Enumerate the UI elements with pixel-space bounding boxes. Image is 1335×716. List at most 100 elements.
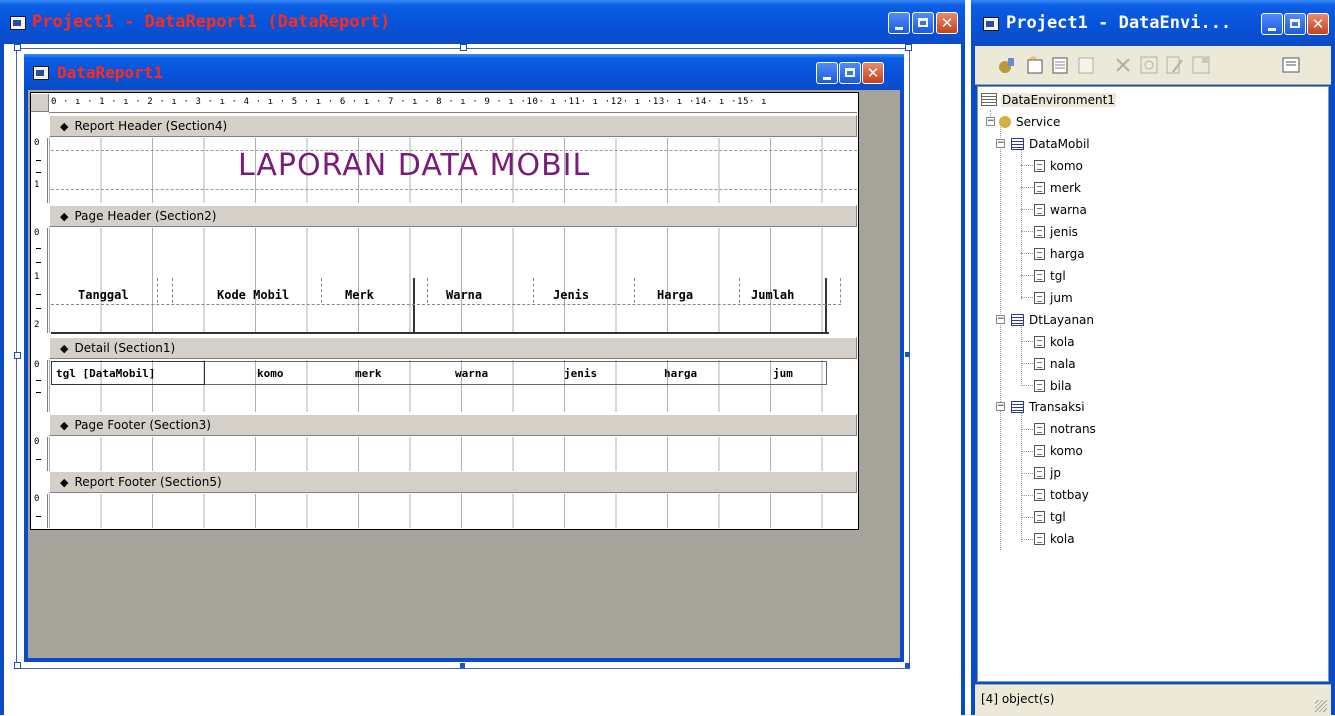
section-bar-page-header[interactable]: ◆ Page Header (Section2): [49, 205, 857, 227]
tree-field[interactable]: nala: [1034, 354, 1076, 374]
detail-field-jenis[interactable]: jenis: [564, 367, 597, 380]
close-icon: ✕: [1311, 15, 1325, 33]
inner-maximize-button[interactable]: [839, 62, 861, 84]
add-child-command-icon[interactable]: [1075, 53, 1099, 77]
field-icon: [1034, 445, 1045, 457]
detail-field-tgl[interactable]: tgl [DataMobil]: [56, 367, 155, 380]
env-minimize-button[interactable]: [1261, 13, 1283, 35]
header-label-merk[interactable]: Merk: [345, 288, 374, 302]
resize-handle[interactable]: [905, 352, 910, 357]
tree-field[interactable]: bila: [1034, 376, 1072, 396]
delete-icon[interactable]: [1111, 53, 1135, 77]
tree-field[interactable]: notrans: [1034, 419, 1096, 439]
tree-connection[interactable]: Service: [999, 112, 1060, 132]
add-command-icon[interactable]: [1023, 53, 1047, 77]
tree-field[interactable]: komo: [1034, 441, 1083, 461]
field-icon: [1034, 467, 1045, 479]
collapse-toggle[interactable]: −: [996, 402, 1005, 411]
tree-command-dtlayanan[interactable]: DtLayanan: [1011, 310, 1094, 330]
field-icon: [1034, 336, 1045, 348]
horizontal-ruler: 0 · ı · 1 · ı · 2 · ı · 3 · ı · 4 · ı · …: [49, 94, 857, 113]
vertical-ruler: 0 1 2: [31, 228, 48, 333]
header-label-kode-mobil[interactable]: Kode Mobil: [217, 288, 289, 302]
report-title-label[interactable]: LAPORAN DATA MOBIL: [238, 148, 590, 183]
field-icon: [1034, 226, 1045, 238]
env-maximize-button[interactable]: [1284, 13, 1306, 35]
tree-command-transaksi[interactable]: Transaksi: [1011, 397, 1085, 417]
header-label-jenis[interactable]: Jenis: [553, 288, 589, 302]
page-footer-band: [49, 437, 857, 471]
section-bar-report-header[interactable]: ◆ Report Header (Section4): [49, 115, 857, 137]
properties-icon[interactable]: [1189, 53, 1213, 77]
detail-field-harga[interactable]: harga: [664, 367, 697, 380]
design-icon[interactable]: [1163, 53, 1187, 77]
add-connection-icon[interactable]: [995, 53, 1019, 77]
table-icon: [1011, 401, 1024, 413]
tree-field[interactable]: jum: [1034, 288, 1073, 308]
header-label-tanggal[interactable]: Tanggal: [78, 288, 129, 302]
maximize-button[interactable]: [912, 12, 934, 34]
data-environment-window: Project1 - DataEnvi... ✕ DataEnvironment…: [971, 0, 1335, 716]
resize-handle[interactable]: [460, 44, 467, 51]
header-label-jumlah[interactable]: Jumlah: [751, 288, 794, 302]
app-icon: [10, 16, 26, 30]
field-icon: [1034, 489, 1045, 501]
status-text: [4] object(s): [981, 692, 1055, 706]
detail-field-merk[interactable]: merk: [355, 367, 382, 380]
tree-field[interactable]: merk: [1034, 178, 1081, 198]
field-icon: [1034, 292, 1045, 304]
vertical-ruler: 0: [31, 360, 48, 412]
insert-stored-procedures-icon[interactable]: [1049, 53, 1073, 77]
header-label-warna[interactable]: Warna: [446, 288, 482, 302]
tree-field[interactable]: harga: [1034, 244, 1085, 264]
detail-field-komo[interactable]: komo: [257, 367, 284, 380]
tree-field[interactable]: jp: [1034, 463, 1061, 483]
field-icon: [1034, 533, 1045, 545]
tree-field[interactable]: warna: [1034, 200, 1087, 220]
tree-field[interactable]: tgl: [1034, 507, 1066, 527]
detail-field-warna[interactable]: warna: [455, 367, 488, 380]
connection-icon: [999, 116, 1011, 128]
tree-field[interactable]: kola: [1034, 529, 1075, 549]
env-close-button[interactable]: ✕: [1307, 13, 1329, 35]
resize-handle[interactable]: [905, 44, 912, 51]
app-icon: [983, 17, 999, 31]
refresh-icon[interactable]: [1137, 53, 1161, 77]
resize-grip-icon[interactable]: [1315, 700, 1327, 712]
tree-field[interactable]: tgl: [1034, 266, 1066, 286]
env-tree-pane: [977, 86, 1329, 682]
section-bar-report-footer[interactable]: ◆ Report Footer (Section5): [49, 471, 857, 493]
minimize-button[interactable]: [888, 12, 910, 34]
env-status-bar: [4] object(s): [975, 684, 1331, 716]
header-label-harga[interactable]: Harga: [657, 288, 693, 302]
section-bar-detail[interactable]: ◆ Detail (Section1): [49, 337, 857, 359]
close-icon: ✕: [866, 64, 880, 82]
tree-root[interactable]: DataEnvironment1: [981, 90, 1116, 110]
field-icon: [1034, 380, 1045, 392]
close-button[interactable]: ✕: [936, 12, 958, 34]
tree-field[interactable]: kola: [1034, 332, 1075, 352]
field-icon: [1034, 160, 1045, 172]
report-window-titlebar[interactable]: Project1 - DataReport1 (DataReport) ✕: [0, 0, 965, 44]
inner-minimize-button[interactable]: [816, 62, 838, 84]
collapse-toggle[interactable]: −: [996, 139, 1005, 148]
tree-field[interactable]: totbay: [1034, 485, 1089, 505]
tree-command-datamobil[interactable]: DataMobil: [1011, 134, 1090, 154]
table-icon: [1011, 314, 1024, 326]
tree-field[interactable]: jenis: [1034, 222, 1078, 242]
collapse-toggle[interactable]: −: [996, 315, 1005, 324]
data-environment-titlebar[interactable]: Project1 - DataEnvi... ✕: [971, 0, 1335, 46]
resize-handle[interactable]: [14, 352, 21, 359]
close-icon: ✕: [940, 14, 954, 32]
detail-field-jum[interactable]: jum: [773, 367, 793, 380]
section-bar-page-footer[interactable]: ◆ Page Footer (Section3): [49, 414, 857, 436]
resize-handle[interactable]: [905, 663, 910, 668]
resize-handle[interactable]: [14, 662, 21, 669]
view-code-icon[interactable]: [1279, 53, 1303, 77]
tree-field[interactable]: komo: [1034, 156, 1083, 176]
datareport-titlebar[interactable]: DataReport1 ✕: [24, 54, 904, 90]
resize-handle[interactable]: [14, 44, 21, 51]
inner-close-button[interactable]: ✕: [862, 62, 884, 84]
collapse-toggle[interactable]: −: [986, 117, 995, 126]
resize-handle[interactable]: [460, 663, 465, 668]
